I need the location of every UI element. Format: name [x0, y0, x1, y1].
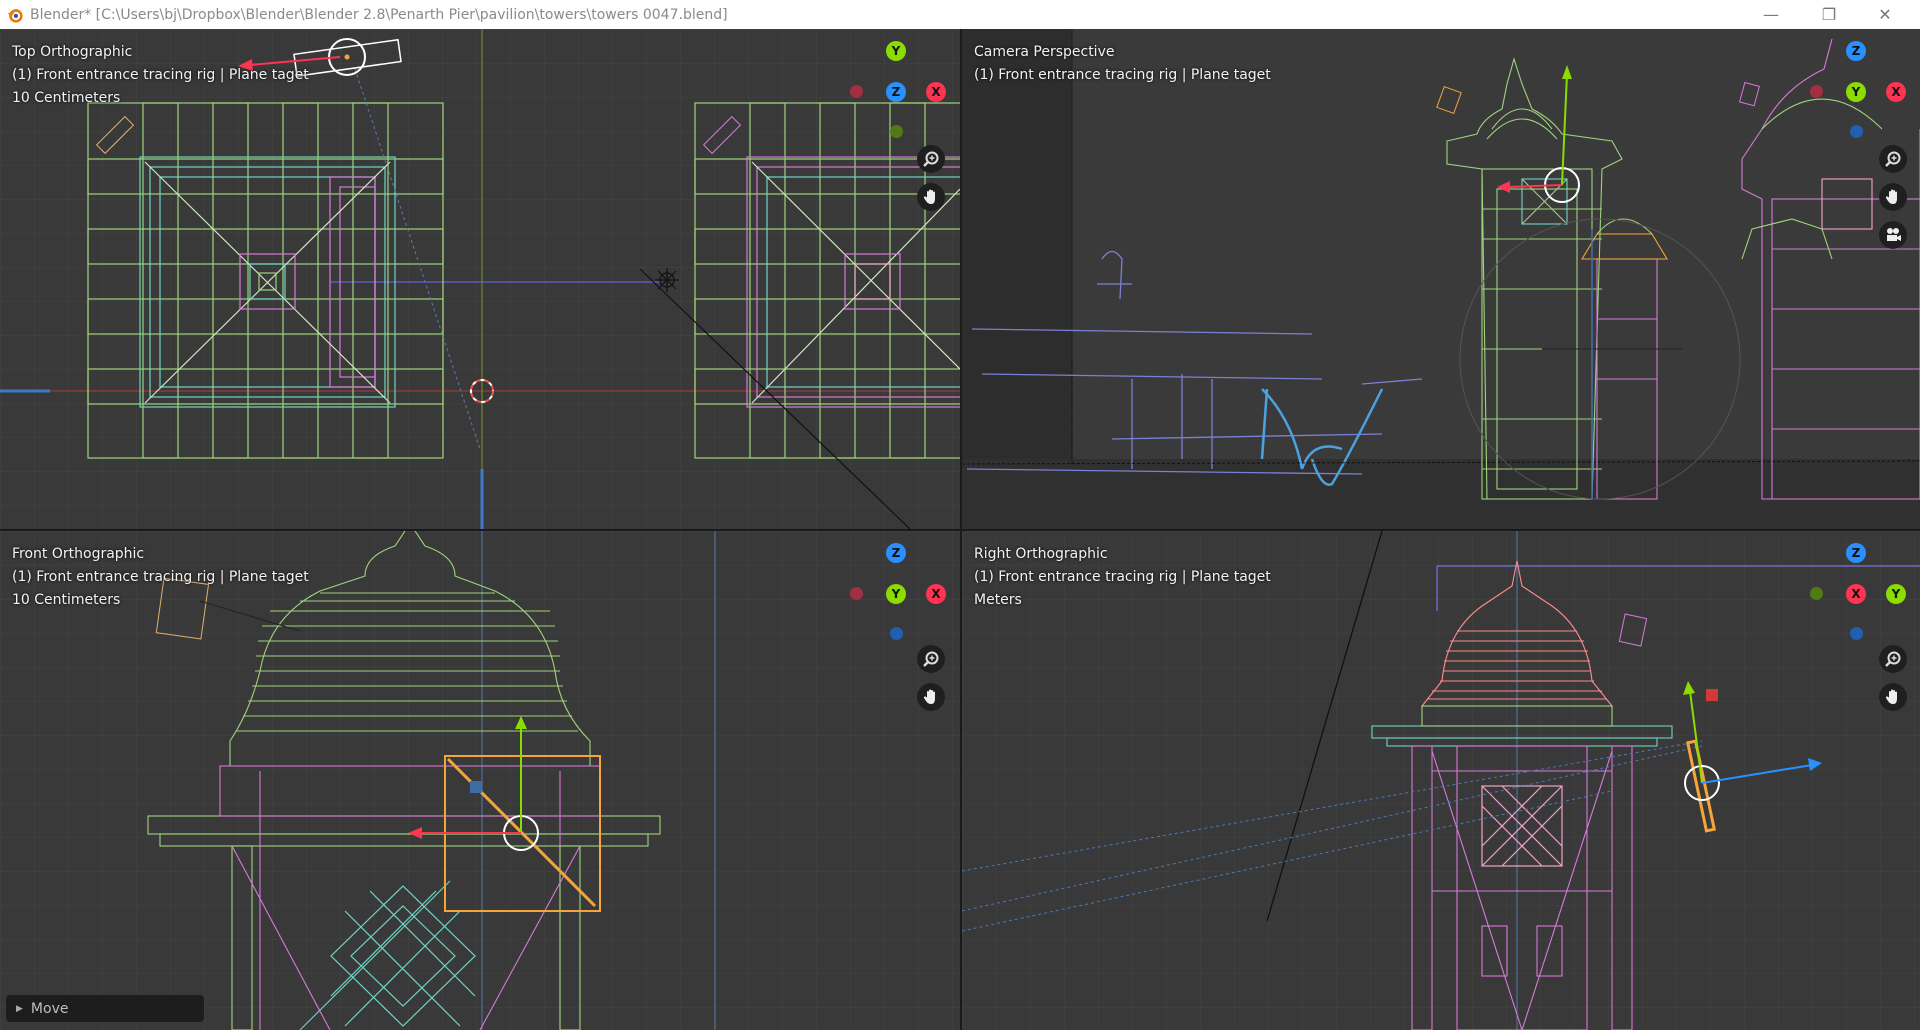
active-object-label: (1) Front entrance tracing rig | Plane t… [974, 569, 1271, 585]
light-icon [655, 268, 679, 292]
pan-button[interactable] [917, 183, 945, 211]
operator-label: Move [30, 1000, 69, 1017]
gizmo-axis-neg-x[interactable] [1810, 85, 1823, 98]
camera-view-button[interactable] [1879, 221, 1907, 249]
last-operator-panel[interactable]: ▶ Move [6, 995, 204, 1022]
gizmo-axis-center[interactable]: Y [886, 584, 906, 604]
minimize-button[interactable]: — [1748, 0, 1794, 29]
zoom-button[interactable] [1879, 145, 1907, 173]
active-object-label: (1) Front entrance tracing rig | Plane t… [12, 569, 309, 585]
pan-button[interactable] [1879, 183, 1907, 211]
grid-scale-label: Meters [974, 592, 1022, 608]
hand-pan-icon [1885, 189, 1897, 204]
viewport-right-orthographic[interactable]: Right Orthographic (1) Front entrance tr… [962, 531, 1920, 1030]
navigation-gizmo[interactable]: Y Z X [846, 41, 946, 141]
gizmo-axis-up[interactable]: Z [886, 543, 906, 563]
grid-scale-label: 10 Centimeters [12, 90, 121, 106]
camera-icon [1887, 228, 1901, 241]
window-titlebar: Blender* [C:\Users\bj\Dropbox\Blender\Bl… [0, 0, 1920, 29]
tower-middle-perspective [1581, 218, 1668, 500]
view-name: Front Orthographic [12, 546, 145, 562]
pan-button[interactable] [917, 683, 945, 711]
gizmo-axis-neg-y[interactable] [1810, 587, 1823, 600]
gizmo-axis-neg-x[interactable] [850, 85, 863, 98]
zoom-button[interactable] [917, 145, 945, 173]
viewport-canvas[interactable] [962, 29, 1920, 529]
gizmo-axis-right[interactable]: X [1886, 82, 1906, 102]
zoom-icon [1885, 651, 1901, 667]
viewport-info-overlay: Front Orthographic (1) Front entrance tr… [12, 543, 309, 612]
grid-scale-label: 10 Centimeters [12, 592, 121, 608]
navigation-gizmo[interactable]: Z Y X [846, 543, 946, 643]
viewport-info-overlay: Camera Perspective (1) Front entrance tr… [974, 41, 1271, 87]
viewport-top-orthographic[interactable]: Top Orthographic (1) Front entrance trac… [0, 29, 960, 529]
view-name: Top Orthographic [12, 44, 133, 60]
navigation-gizmo[interactable]: Z Y X [1806, 41, 1906, 141]
viewport-camera-perspective[interactable]: Camera Perspective (1) Front entrance tr… [962, 29, 1920, 529]
zoom-icon [923, 151, 939, 167]
zoom-button[interactable] [1879, 645, 1907, 673]
hand-pan-icon [1885, 689, 1897, 704]
gizmo-axis-right[interactable]: Y [1886, 584, 1906, 604]
view-name: Camera Perspective [974, 44, 1115, 60]
restore-button[interactable]: ❐ [1806, 0, 1852, 29]
hand-pan-icon [923, 189, 935, 204]
window-title: Blender* [C:\Users\bj\Dropbox\Blender\Bl… [30, 6, 728, 23]
close-window-button[interactable]: ✕ [1862, 0, 1908, 29]
active-object-label: (1) Front entrance tracing rig | Plane t… [12, 67, 309, 83]
gizmo-axis-right[interactable]: X [926, 584, 946, 604]
pan-button[interactable] [1879, 683, 1907, 711]
gizmo-axis-center[interactable]: X [1846, 584, 1866, 604]
gizmo-axis-neg-z[interactable] [1850, 627, 1863, 640]
zoom-icon [923, 651, 939, 667]
tower-left-perspective [1446, 57, 1623, 500]
gizmo-axis-neg-y[interactable] [890, 125, 903, 138]
viewport-info-overlay: Top Orthographic (1) Front entrance trac… [12, 41, 309, 110]
blender-logo-icon [7, 8, 23, 23]
area-divider-horizontal[interactable] [0, 529, 1920, 531]
gizmo-axis-neg-z[interactable] [890, 627, 903, 640]
expand-triangle-icon[interactable]: ▶ [16, 1004, 23, 1014]
zoom-icon [1885, 151, 1901, 167]
gizmo-axis-right[interactable]: X [926, 82, 946, 102]
gizmo-axis-up[interactable]: Z [1846, 41, 1866, 61]
gizmo-axis-neg-z[interactable] [1850, 125, 1863, 138]
navigation-gizmo[interactable]: Z X Y [1806, 543, 1906, 643]
zoom-button[interactable] [917, 645, 945, 673]
view-name: Right Orthographic [974, 546, 1108, 562]
active-object-label: (1) Front entrance tracing rig | Plane t… [974, 67, 1271, 83]
gizmo-axis-center[interactable]: Z [886, 82, 906, 102]
viewport-info-overlay: Right Orthographic (1) Front entrance tr… [974, 543, 1271, 612]
gizmo-axis-up[interactable]: Z [1846, 543, 1866, 563]
gizmo-axis-up[interactable]: Y [886, 41, 906, 61]
viewport-front-orthographic[interactable]: Front Orthographic (1) Front entrance tr… [0, 531, 960, 1030]
hand-pan-icon [923, 689, 935, 704]
gizmo-axis-center[interactable]: Y [1846, 82, 1866, 102]
gizmo-axis-neg-x[interactable] [850, 587, 863, 600]
